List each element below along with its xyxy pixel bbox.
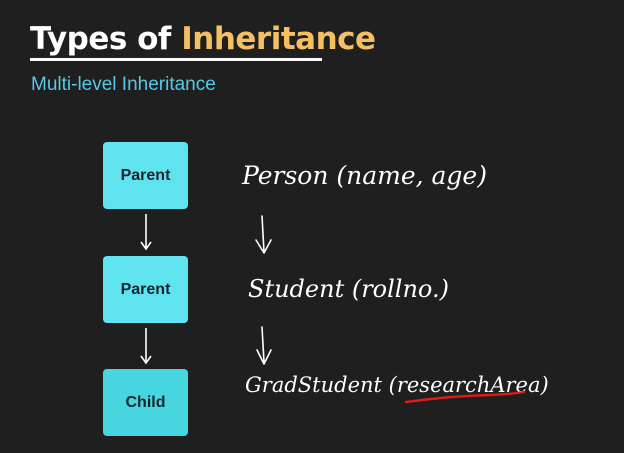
hand-arrow-icon xyxy=(255,215,272,254)
annotation-student: Student (rollno.) xyxy=(248,275,449,303)
hand-arrow-icon xyxy=(256,326,272,365)
handwritten-annotations: Person (name, age) Student (rollno.) Gra… xyxy=(241,161,549,404)
slide: Types of Inheritance Multi-level Inherit… xyxy=(0,0,624,453)
annotation-person: Person (name, age) xyxy=(241,161,487,190)
